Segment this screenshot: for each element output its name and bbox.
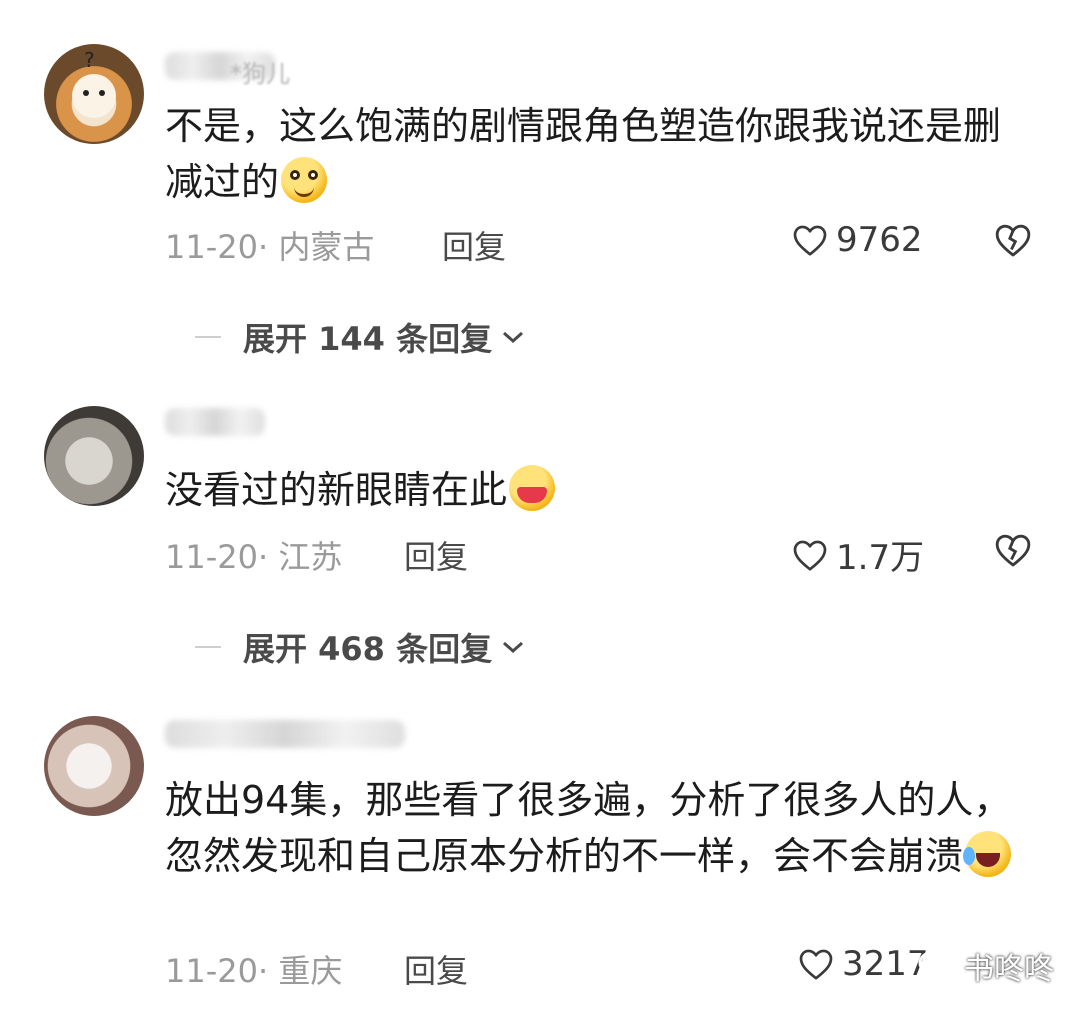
broken-heart-icon[interactable] <box>994 532 1032 568</box>
username-blurred[interactable] <box>165 408 265 436</box>
reply-button[interactable]: 回复 <box>404 946 468 992</box>
comment-text: 不是，这么饱满的剧情跟角色塑造你跟我说还是删减过的 <box>165 104 1002 204</box>
expand-replies-button[interactable]: 展开 144 条回复 <box>195 314 526 360</box>
comment-meta: 11-20· 江苏 <box>165 538 343 576</box>
avatar[interactable] <box>44 406 144 506</box>
avatar[interactable] <box>44 716 144 816</box>
reply-button[interactable]: 回复 <box>404 532 468 578</box>
expand-replies-label: 展开 144 条回复 <box>243 320 493 358</box>
chevron-down-icon <box>503 331 524 344</box>
like-count: 9762 <box>836 220 923 260</box>
expand-replies-button[interactable]: 展开 468 条回复 <box>195 624 526 670</box>
divider <box>195 336 221 338</box>
comment-meta: 11-20· 内蒙古 <box>165 228 375 266</box>
watermark: 书咚咚 <box>918 944 1054 988</box>
heart-icon <box>799 949 833 980</box>
avatar[interactable]: ? <box>44 44 144 144</box>
heart-icon <box>793 540 827 571</box>
like-button[interactable]: 1.7万 <box>792 530 924 579</box>
username-blurred[interactable] <box>165 720 405 748</box>
watermark-label: 书咚咚 <box>964 952 1054 987</box>
wechat-icon <box>918 950 959 981</box>
question-mark-icon: ? <box>84 48 95 72</box>
broken-heart-icon[interactable] <box>994 222 1032 258</box>
comment-text: 放出94集，那些看了很多遍，分析了很多人的人，忽然发现和自己原本分析的不一样，会… <box>165 778 1012 878</box>
heart-icon <box>793 225 827 256</box>
divider <box>195 646 221 648</box>
like-count: 1.7万 <box>836 538 925 578</box>
shiba-face-icon <box>72 74 116 118</box>
comment-text: 没看过的新眼睛在此 <box>165 462 1025 518</box>
noodle-bowl-emoji-icon <box>509 465 556 511</box>
like-count: 3217 <box>842 944 929 984</box>
like-button[interactable]: 9762 <box>792 220 923 260</box>
smile-emoji-icon <box>281 157 328 203</box>
chevron-down-icon <box>503 641 524 654</box>
like-button[interactable]: 3217 <box>798 944 929 984</box>
comment-meta: 11-20· 重庆 <box>165 952 343 990</box>
expand-replies-label: 展开 468 条回复 <box>243 630 493 668</box>
laugh-tears-emoji-icon <box>963 831 1012 877</box>
reply-button[interactable]: 回复 <box>442 222 506 268</box>
username[interactable]: *狗儿 <box>230 54 290 89</box>
